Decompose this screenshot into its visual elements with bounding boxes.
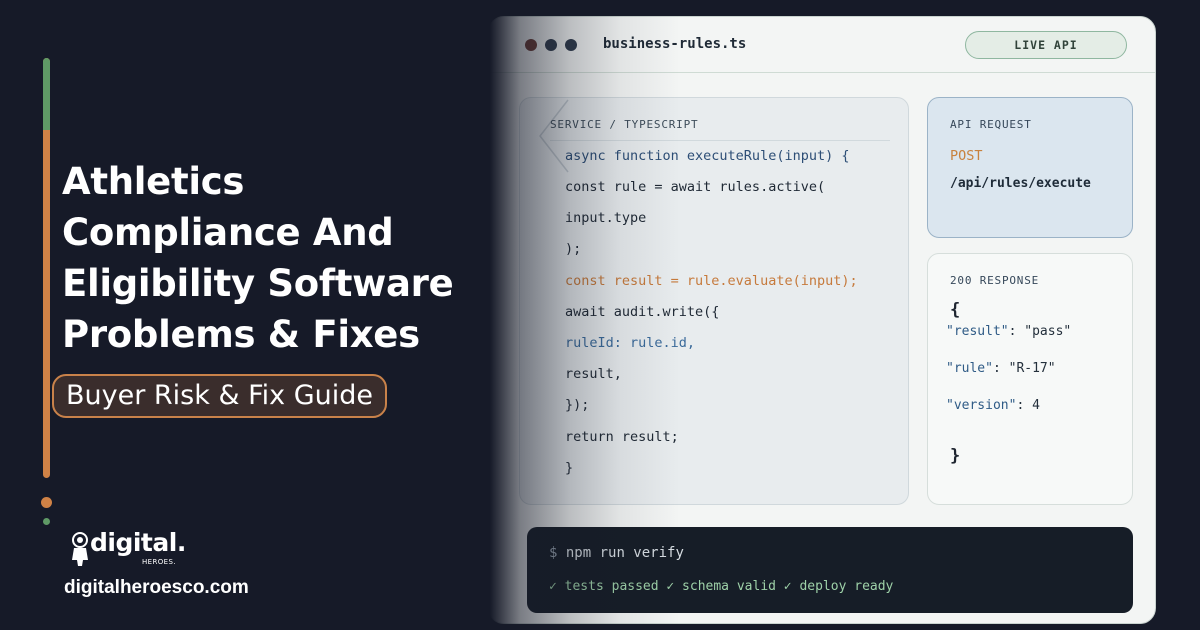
code-line: input.type xyxy=(565,210,647,226)
terminal-panel: $ npm run verify ✓ tests passed ✓ schema… xyxy=(527,527,1133,613)
website-url[interactable]: digitalheroesco.com xyxy=(64,577,249,599)
window-maximize-dot[interactable] xyxy=(565,39,577,51)
code-line: ruleId: rule.id, xyxy=(565,335,696,351)
response-status-label: 200 RESPONSE xyxy=(950,274,1040,287)
service-code-panel: SERVICE / TYPESCRIPT async function exec… xyxy=(519,97,909,505)
code-line: const result = rule.evaluate(input); xyxy=(565,273,858,289)
api-request-label: API REQUEST xyxy=(950,118,1032,131)
api-response-card: 200 RESPONSE { "result": "pass" "rule": … xyxy=(927,253,1133,505)
title-line: Eligibility Software xyxy=(62,262,454,305)
api-endpoint: /api/rules/execute xyxy=(950,176,1091,191)
json-open-brace: { xyxy=(950,300,961,320)
code-line: const rule = await rules.active( xyxy=(565,179,826,195)
json-line: "version": 4 xyxy=(946,398,1040,413)
code-window: business-rules.ts LIVE API SERVICE / TYP… xyxy=(488,16,1156,624)
tagline-badge: Buyer Risk & Fix Guide xyxy=(52,374,388,418)
divider xyxy=(550,140,890,141)
code-line: ); xyxy=(565,241,582,257)
code-line: await audit.write({ xyxy=(565,304,720,320)
api-request-card: API REQUEST POST /api/rules/execute xyxy=(927,97,1133,238)
code-line: }); xyxy=(565,397,590,413)
logo-subtext: HEROES. xyxy=(142,558,176,566)
title-line: Athletics xyxy=(62,160,245,203)
code-line: async function executeRule(input) { xyxy=(565,148,850,164)
title-line: Compliance And xyxy=(62,211,394,254)
terminal-output: ✓ tests passed ✓ schema valid ✓ deploy r… xyxy=(549,579,894,594)
json-close-brace: } xyxy=(950,446,961,466)
service-label: SERVICE / TYPESCRIPT xyxy=(550,118,699,131)
terminal-command: $ npm run verify xyxy=(549,545,684,561)
code-line: } xyxy=(565,460,574,476)
accent-dot-green xyxy=(43,518,50,525)
live-api-badge[interactable]: LIVE API xyxy=(965,31,1127,59)
accent-bar-green-segment xyxy=(43,58,50,130)
window-minimize-dot[interactable] xyxy=(545,39,557,51)
file-name: business-rules.ts xyxy=(603,36,747,52)
brand-logo: digital. HEROES. xyxy=(70,528,210,572)
json-line: "result": "pass" xyxy=(946,324,1072,339)
window-header: business-rules.ts LIVE API xyxy=(489,17,1155,73)
json-line: "rule": "R-17" xyxy=(946,361,1056,376)
page-title: Athletics Compliance And Eligibility Sof… xyxy=(62,156,502,360)
http-method: POST xyxy=(950,148,983,164)
window-close-dot[interactable] xyxy=(525,39,537,51)
logo-wordmark: digital. xyxy=(90,528,186,557)
code-line: return result; xyxy=(565,429,679,445)
code-line: result, xyxy=(565,366,622,382)
title-line: Problems & Fixes xyxy=(62,313,420,356)
accent-dot-orange xyxy=(41,497,52,508)
